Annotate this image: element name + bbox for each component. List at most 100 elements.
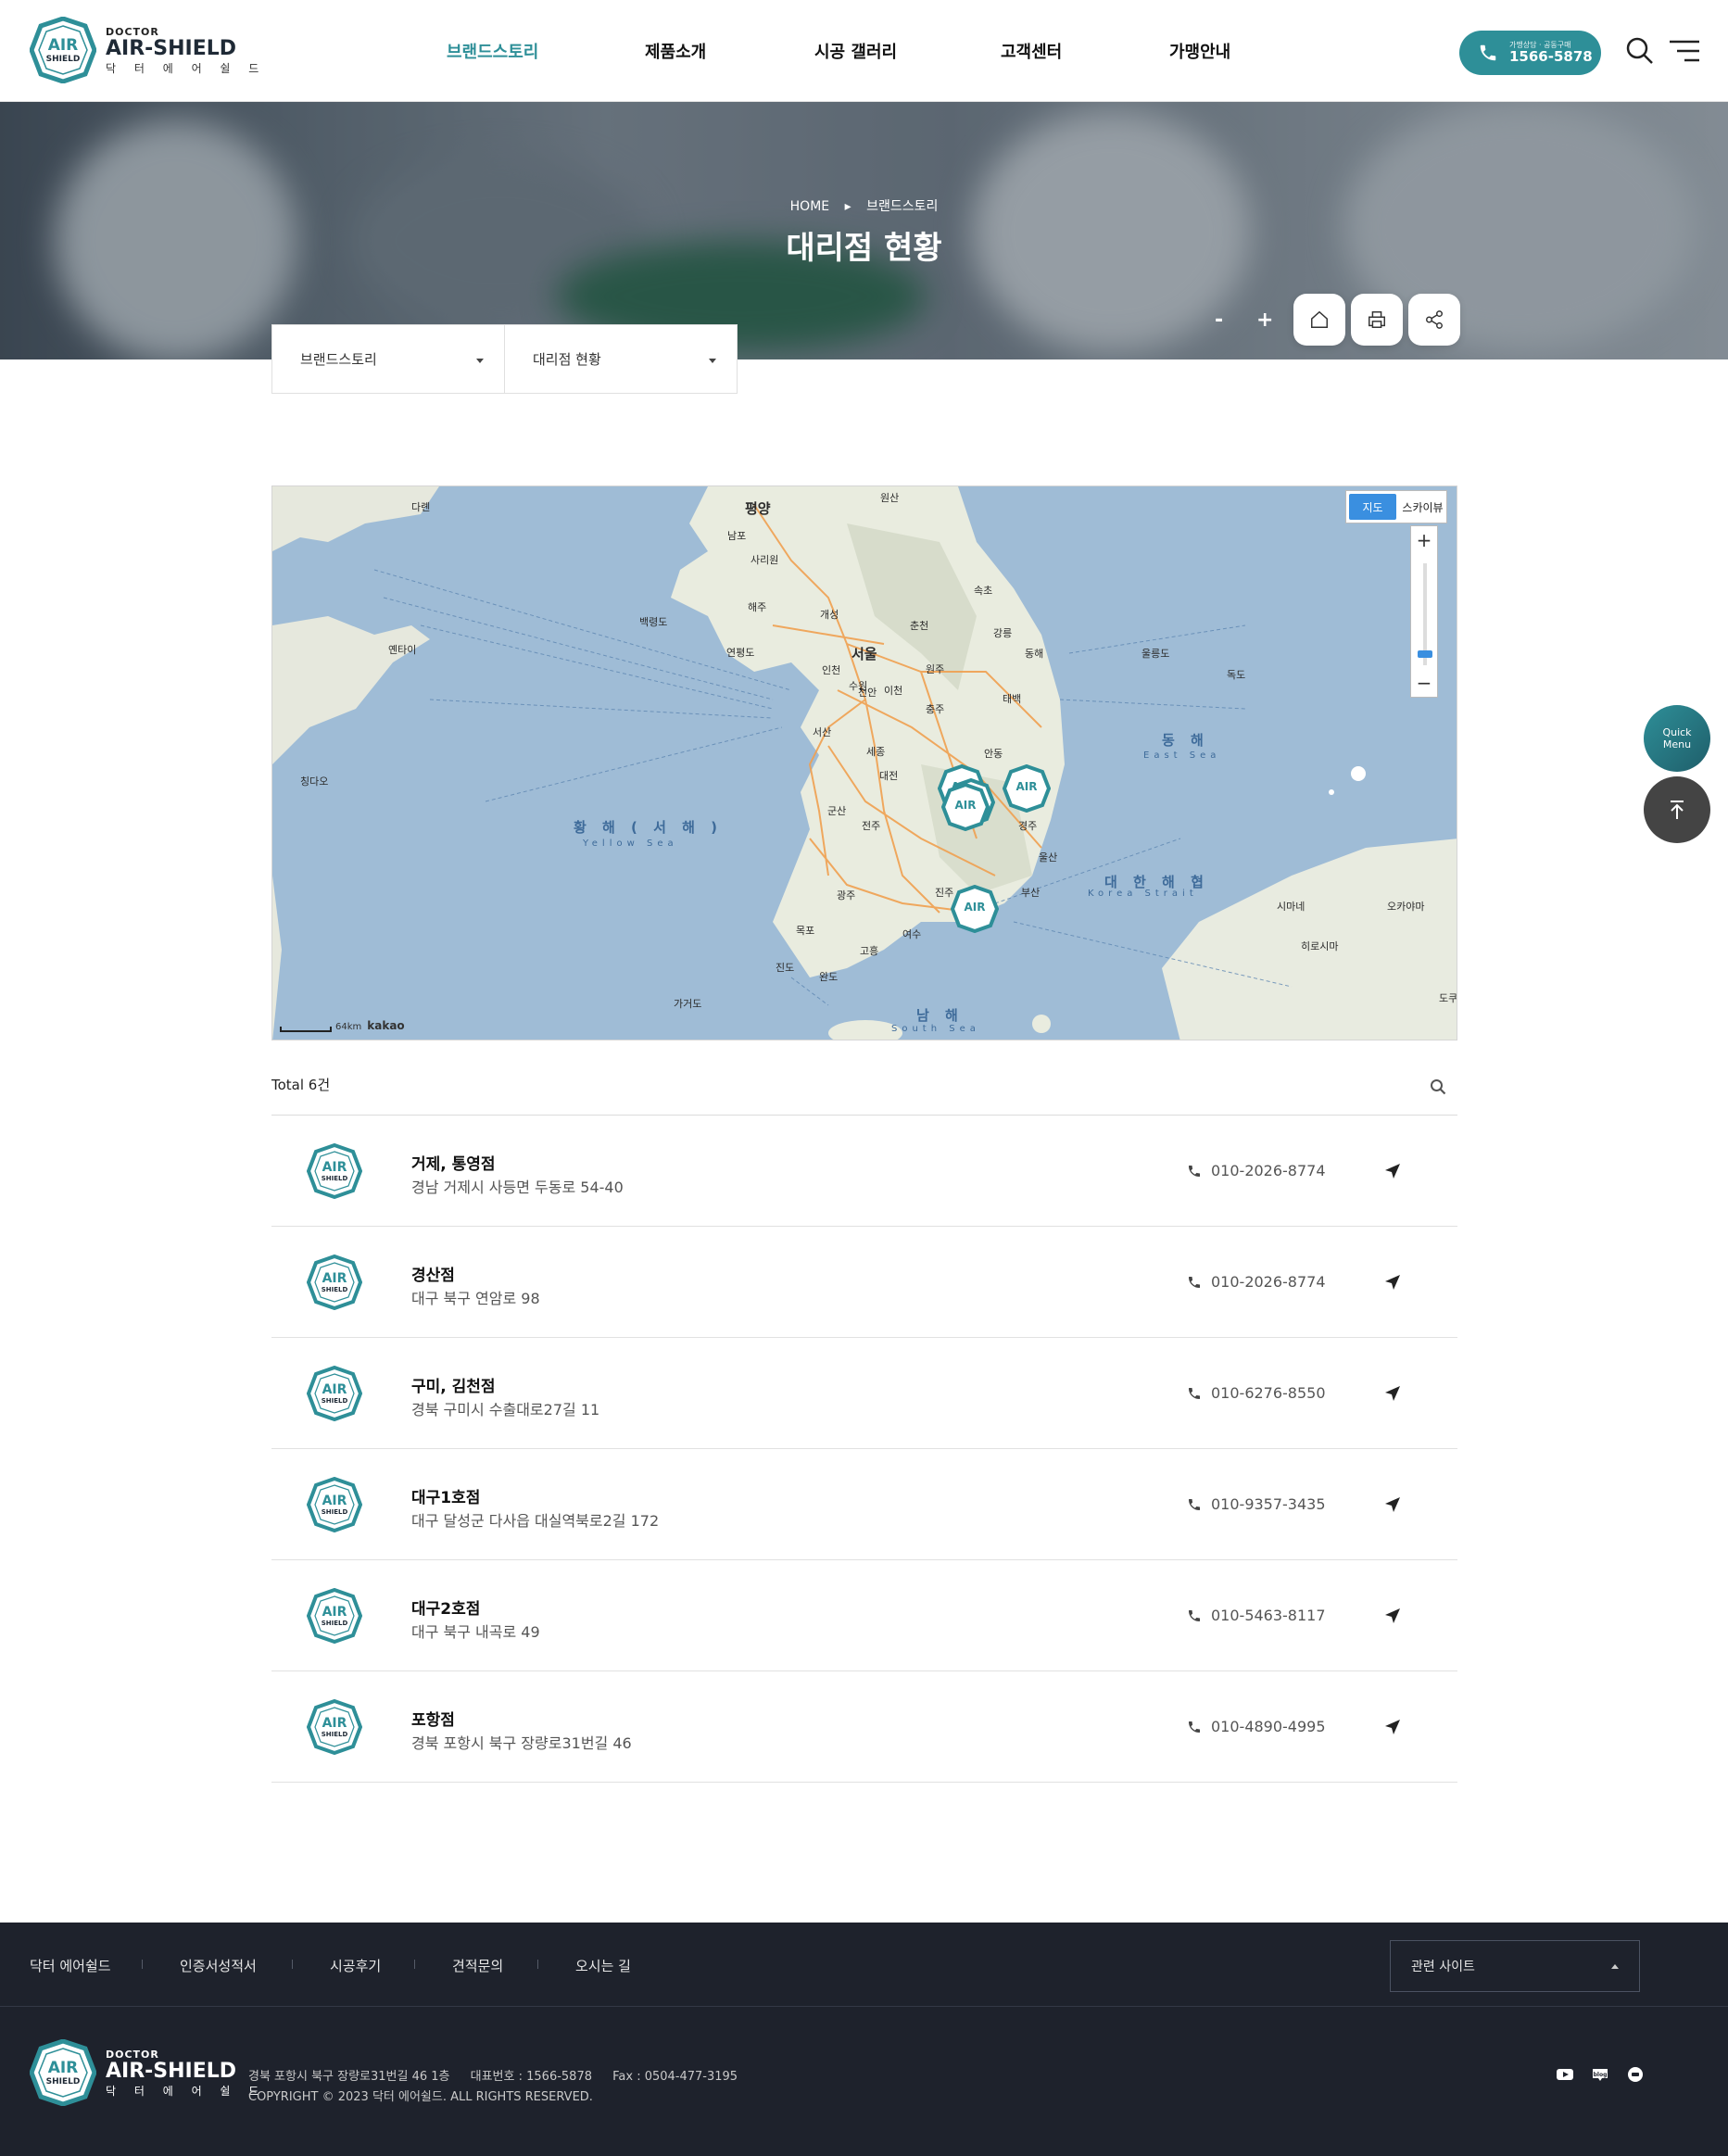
store-logo-icon: AIRSHIELD — [307, 1588, 362, 1644]
footer-address: 경북 포항시 북구 장량로31번길 46 1층 — [248, 2070, 450, 2084]
footer-link-directions[interactable]: 오시는 길 — [575, 1956, 631, 1975]
footer-separator — [537, 1960, 538, 1969]
map-label-okayama: 오카야마 — [1387, 901, 1425, 913]
map-land-tsushima — [1032, 1015, 1051, 1033]
map-label-east-sea: 동 해 — [1162, 732, 1209, 749]
map-label-andong: 안동 — [984, 748, 1003, 760]
nav-brand-story[interactable]: 브랜드스토리 — [447, 39, 538, 63]
font-size-decrease-button[interactable]: - — [1215, 309, 1223, 332]
home-button[interactable] — [1293, 294, 1345, 346]
map-label-pyongyang: 평양 — [745, 500, 771, 517]
map-label-mokpo: 목포 — [796, 925, 815, 937]
svg-text:AIR: AIR — [322, 1160, 347, 1175]
air-shield-badge-icon: AIR SHIELD — [30, 17, 96, 83]
store-phone[interactable]: 010-5463-8117 — [1187, 1607, 1326, 1624]
breadcrumb-home[interactable]: HOME — [790, 199, 829, 214]
map-label-wando: 완도 — [819, 971, 839, 983]
call-button[interactable]: 가맹상담 · 공동구매 1566-5878 — [1459, 31, 1601, 75]
store-row[interactable]: AIR SHIELD 포항점 경북 포항시 북구 장량로31번길 46 010-4890… — [271, 1671, 1457, 1783]
map-label-sariwon: 사리원 — [750, 554, 779, 566]
store-phone[interactable]: 010-2026-8774 — [1187, 1273, 1326, 1291]
map-label-cheonan: 천안 — [858, 687, 877, 699]
map-label-wonju: 원주 — [926, 663, 945, 675]
map-type-skyview-button[interactable]: 스카이뷰 — [1399, 491, 1446, 523]
nav-franchise[interactable]: 가맹안내 — [1169, 39, 1230, 63]
quick-menu-button[interactable]: Quick Menu — [1644, 705, 1710, 772]
scroll-to-top-button[interactable] — [1644, 776, 1710, 843]
menu-icon[interactable] — [1670, 39, 1699, 63]
breadcrumb-current[interactable]: 브랜드스토리 — [866, 199, 938, 214]
footer-link-about[interactable]: 닥터 에어쉴드 — [30, 1956, 111, 1975]
footer-link-reviews[interactable]: 시공후기 — [330, 1956, 381, 1975]
store-phone[interactable]: 010-9357-3435 — [1187, 1495, 1326, 1513]
map-label-south-sea: 남 해 — [916, 1007, 964, 1024]
arrow-up-icon — [1671, 801, 1684, 819]
map-label-qingdao: 칭다오 — [300, 775, 329, 788]
nav-gallery[interactable]: 시공 갤러리 — [814, 39, 897, 63]
store-phone-number: 010-2026-8774 — [1211, 1273, 1326, 1291]
store-address: 경북 구미시 수출대로27길 11 — [411, 1401, 600, 1418]
store-row[interactable]: AIR SHIELD 대구2호점 대구 북구 내곡로 49 010-5463-8117 — [271, 1560, 1457, 1671]
map-label-hiroshima: 히로시마 — [1301, 940, 1339, 952]
map-zoom-in-button[interactable]: + — [1411, 526, 1437, 554]
search-icon[interactable] — [1430, 1078, 1446, 1095]
store-row[interactable]: AIR SHIELD 구미, 김천점 경북 구미시 수출대로27길 11 010-627… — [271, 1338, 1457, 1449]
store-name: 거제, 통영점 — [411, 1155, 496, 1174]
store-row[interactable]: AIR SHIELD 대구1호점 대구 달성군 다사읍 대실역북로2길 172 010-… — [271, 1449, 1457, 1560]
store-marker-icon[interactable]: AIR — [941, 783, 990, 831]
location-arrow-icon[interactable] — [1383, 1384, 1402, 1403]
print-icon — [1369, 311, 1385, 328]
store-phone[interactable]: 010-6276-8550 — [1187, 1384, 1326, 1402]
store-address: 대구 북구 내곡로 49 — [411, 1623, 540, 1641]
location-arrow-icon[interactable] — [1383, 1607, 1402, 1625]
location-arrow-icon[interactable] — [1383, 1495, 1402, 1514]
store-marker-icon[interactable]: AIR — [1003, 764, 1051, 813]
call-number: 1566-5878 — [1509, 47, 1593, 65]
category-select[interactable]: 브랜드스토리 — [272, 325, 504, 393]
store-row[interactable]: AIR SHIELD 거제, 통영점 경남 거제시 사등면 두동로 54-40 010-… — [271, 1116, 1457, 1227]
map-label-baengnyeongdo: 백령도 — [639, 616, 668, 628]
related-sites-select[interactable]: 관련 사이트 — [1390, 1940, 1640, 1992]
badge-bottom-text: SHIELD — [46, 2077, 81, 2087]
svg-text:AIR: AIR — [322, 1716, 347, 1731]
store-phone[interactable]: 010-2026-8774 — [1187, 1162, 1326, 1179]
nav-customer-center[interactable]: 고객센터 — [1001, 39, 1062, 63]
site-logo[interactable]: AIR SHIELD DOCTOR AIR-SHIELD 닥 터 에 어 쉴 드 — [30, 17, 266, 83]
phone-icon — [1189, 1609, 1200, 1621]
share-button[interactable] — [1408, 294, 1460, 346]
store-address: 경북 포항시 북구 장량로31번길 46 — [411, 1734, 632, 1752]
footer-fax: Fax : 0504-477-3195 — [612, 2070, 738, 2084]
blog-icon[interactable]: blog — [1590, 2064, 1610, 2085]
map-provider-logo: kakao — [367, 1019, 405, 1032]
map-type-map-button[interactable]: 지도 — [1349, 494, 1396, 520]
font-size-increase-button[interactable]: + — [1256, 309, 1273, 332]
map-label-dokuyama: 도쿠 — [1439, 992, 1457, 1004]
store-marker-icon[interactable]: AIR — [951, 885, 999, 933]
print-button[interactable] — [1351, 294, 1403, 346]
location-arrow-icon[interactable] — [1383, 1273, 1402, 1292]
map-zoom-out-button[interactable]: − — [1411, 669, 1437, 697]
svg-text:AIR: AIR — [322, 1271, 347, 1286]
page-select[interactable]: 대리점 현황 — [504, 325, 737, 393]
store-map[interactable]: 평양 원산 남포 사리원 해주 개성 서울 인천 수원 이천 춘천 강릉 속초 … — [271, 485, 1457, 1040]
store-phone[interactable]: 010-4890-4995 — [1187, 1718, 1326, 1735]
search-icon[interactable] — [1626, 37, 1654, 65]
footer-separator — [142, 1960, 143, 1969]
map-zoom-thumb[interactable] — [1418, 650, 1432, 658]
svg-text:SHIELD: SHIELD — [322, 1286, 348, 1293]
nav-products[interactable]: 제품소개 — [645, 39, 706, 63]
footer-link-estimate[interactable]: 견적문의 — [452, 1956, 503, 1975]
youtube-icon[interactable] — [1555, 2064, 1575, 2085]
share-icon — [1426, 310, 1443, 329]
map-scale-bar — [280, 1027, 332, 1032]
phone-icon — [1189, 1387, 1200, 1399]
kakaotalk-icon[interactable] — [1625, 2064, 1646, 2085]
location-arrow-icon[interactable] — [1383, 1162, 1402, 1180]
location-arrow-icon[interactable] — [1383, 1718, 1402, 1736]
breadcrumb-separator-icon: ▸ — [844, 199, 851, 214]
footer-link-certificates[interactable]: 인증서성적서 — [180, 1956, 257, 1975]
logo-sub-text: 닥 터 에 어 쉴 드 — [106, 2084, 267, 2098]
related-sites-label: 관련 사이트 — [1411, 1960, 1475, 1974]
store-row[interactable]: AIR SHIELD 경산점 대구 북구 연암로 98 010-2026-8774 — [271, 1227, 1457, 1338]
map-label-incheon: 인천 — [822, 664, 841, 676]
